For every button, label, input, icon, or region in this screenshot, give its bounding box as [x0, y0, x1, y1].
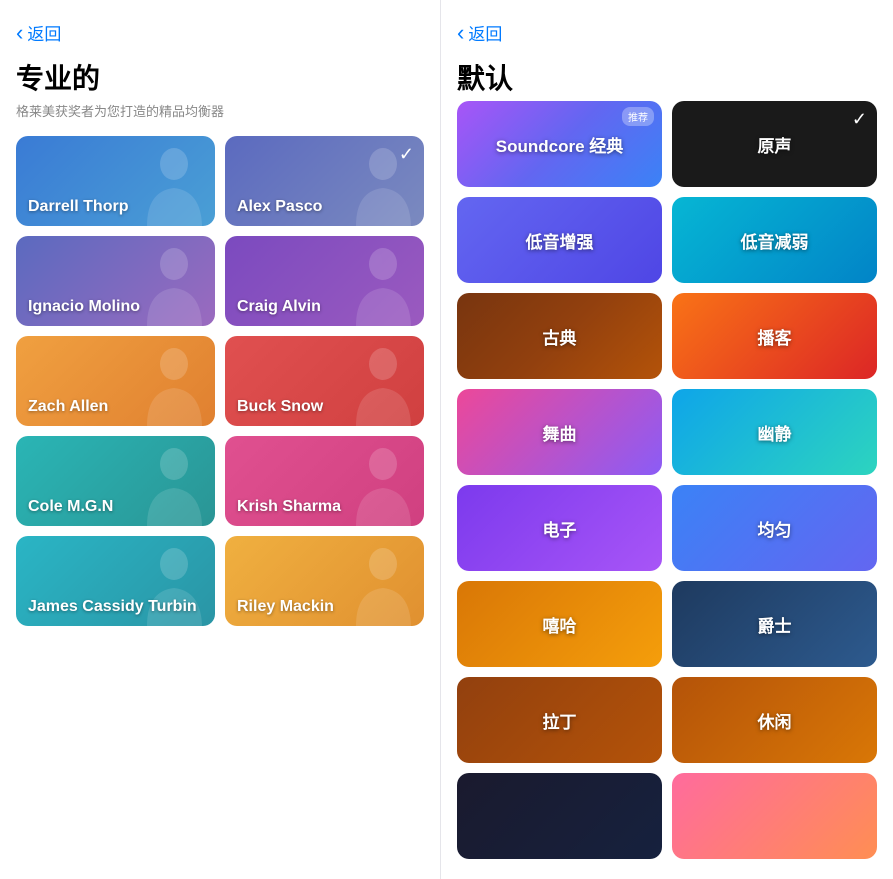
artist-card-craig[interactable]: Craig Alvin: [225, 236, 424, 326]
eq-card-more2[interactable]: [672, 773, 877, 859]
eq-label-jazz: 爵士: [758, 612, 792, 637]
eq-label-soundcore: Soundcore 经典: [496, 132, 624, 157]
eq-label-tranquil: 幽静: [758, 420, 792, 445]
eq-label-bass-boost: 低音增强: [526, 228, 594, 253]
eq-card-relax[interactable]: 休闲: [672, 677, 877, 763]
eq-card-electronic[interactable]: 电子: [457, 485, 662, 571]
right-panel-title: 默认: [457, 57, 877, 97]
artist-name-buck: Buck Snow: [237, 398, 323, 416]
artist-card-riley[interactable]: Riley Mackin: [225, 536, 424, 626]
left-panel-title: 专业的: [16, 57, 424, 97]
artist-card-james[interactable]: James Cassidy Turbin: [16, 536, 215, 626]
artist-name-darrell: Darrell Thorp: [28, 198, 128, 216]
artist-name-cole: Cole M.G.N: [28, 498, 113, 516]
eq-label-podcast: 播客: [758, 324, 792, 349]
eq-card-dance[interactable]: 舞曲: [457, 389, 662, 475]
eq-card-soundcore[interactable]: 推荐 Soundcore 经典: [457, 101, 662, 187]
eq-card-bass-boost[interactable]: 低音增强: [457, 197, 662, 283]
artist-grid: Darrell Thorp ✓ Alex Pasco Ignacio Molino…: [16, 136, 424, 626]
artist-name-krish: Krish Sharma: [237, 498, 341, 516]
selected-checkmark: ✓: [852, 109, 867, 130]
left-panel: 返回 专业的 格莱美获奖者为您打造的精品均衡器 Darrell Thorp ✓ A…: [0, 0, 440, 879]
eq-card-tranquil[interactable]: 幽静: [672, 389, 877, 475]
eq-card-latin[interactable]: 拉丁: [457, 677, 662, 763]
artist-name-alex: Alex Pasco: [237, 198, 322, 216]
eq-card-classical[interactable]: 古典: [457, 293, 662, 379]
right-back-button[interactable]: 返回: [457, 20, 877, 45]
selected-checkmark: ✓: [399, 144, 414, 165]
artist-card-alex[interactable]: ✓ Alex Pasco: [225, 136, 424, 226]
left-back-label: 返回: [27, 20, 61, 45]
eq-label-original: 原声: [758, 132, 792, 157]
eq-label-dance: 舞曲: [543, 420, 577, 445]
artist-card-darrell[interactable]: Darrell Thorp: [16, 136, 215, 226]
left-panel-subtitle: 格莱美获奖者为您打造的精品均衡器: [16, 101, 424, 120]
right-back-label: 返回: [468, 20, 502, 45]
eq-card-flat[interactable]: 均匀: [672, 485, 877, 571]
eq-card-jazz[interactable]: 爵士: [672, 581, 877, 667]
eq-label-bass-reduce: 低音减弱: [741, 228, 809, 253]
artist-name-riley: Riley Mackin: [237, 598, 334, 616]
artist-name-james: James Cassidy Turbin: [28, 598, 197, 616]
eq-label-hiphop: 嘻哈: [543, 612, 577, 637]
eq-card-original[interactable]: ✓ 原声: [672, 101, 877, 187]
artist-card-ignacio[interactable]: Ignacio Molino: [16, 236, 215, 326]
eq-label-relax: 休闲: [758, 708, 792, 733]
eq-label-latin: 拉丁: [543, 708, 577, 733]
right-panel: 返回 默认 推荐 Soundcore 经典 ✓ 原声低音增强 低音减弱古典 播客舞曲 幽静电…: [440, 0, 893, 879]
left-back-button[interactable]: 返回: [16, 20, 424, 45]
eq-card-hiphop[interactable]: 嘻哈: [457, 581, 662, 667]
eq-label-electronic: 电子: [543, 516, 577, 541]
artist-card-zach[interactable]: Zach Allen: [16, 336, 215, 426]
eq-card-bass-reduce[interactable]: 低音减弱: [672, 197, 877, 283]
eq-label-flat: 均匀: [758, 516, 792, 541]
eq-label-classical: 古典: [543, 324, 577, 349]
artist-name-zach: Zach Allen: [28, 398, 108, 416]
artist-card-buck[interactable]: Buck Snow: [225, 336, 424, 426]
artist-name-ignacio: Ignacio Molino: [28, 298, 140, 316]
artist-name-craig: Craig Alvin: [237, 298, 321, 316]
eq-card-more1[interactable]: [457, 773, 662, 859]
eq-card-podcast[interactable]: 播客: [672, 293, 877, 379]
artist-card-cole[interactable]: Cole M.G.N: [16, 436, 215, 526]
recommended-badge: 推荐: [622, 107, 654, 126]
artist-card-krish[interactable]: Krish Sharma: [225, 436, 424, 526]
eq-preset-grid: 推荐 Soundcore 经典 ✓ 原声低音增强 低音减弱古典 播客舞曲 幽静电子 均匀嘻哈 爵…: [457, 101, 877, 859]
